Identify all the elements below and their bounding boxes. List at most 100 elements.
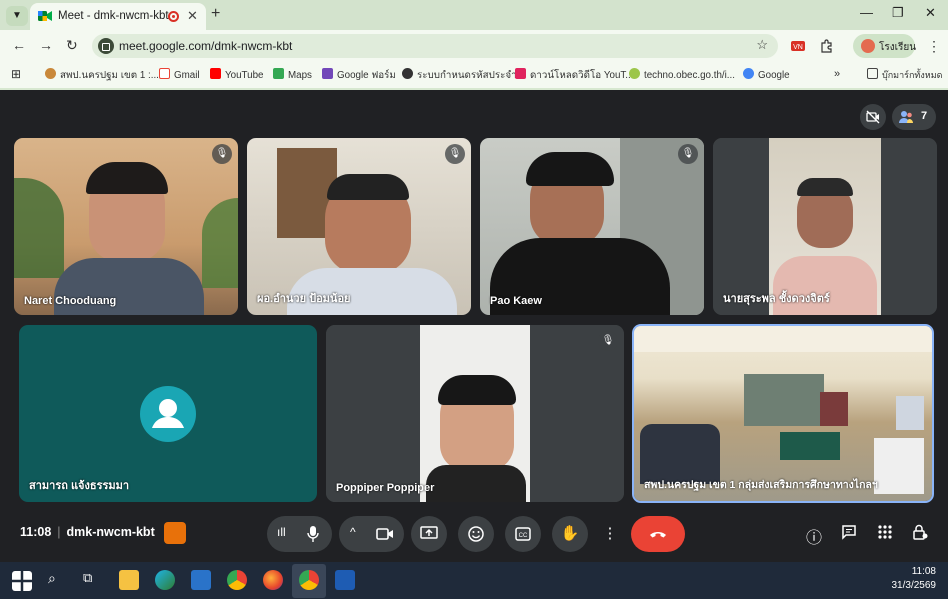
participants-button[interactable]: 7 bbox=[892, 104, 936, 130]
bookmark-item[interactable]: Gmail bbox=[159, 68, 200, 81]
address-bar[interactable]: meet.google.com/dmk-nwcm-kbt ☆ bbox=[92, 34, 778, 58]
captions-button[interactable]: CC bbox=[505, 516, 541, 552]
bookmark-item[interactable]: techno.obec.go.th/i... bbox=[629, 68, 735, 81]
separator: | bbox=[57, 525, 61, 539]
host-lock-icon[interactable] bbox=[912, 524, 928, 545]
edge-icon[interactable] bbox=[155, 570, 175, 590]
reload-icon[interactable]: ↻ bbox=[66, 37, 78, 54]
all-bookmarks[interactable]: บุ๊กมาร์กทั้งหมด bbox=[867, 68, 942, 82]
new-tab-button[interactable]: + bbox=[211, 5, 220, 23]
windows-start-icon[interactable] bbox=[12, 571, 32, 591]
tab-search-button[interactable]: ▼ bbox=[6, 6, 28, 26]
hair bbox=[86, 162, 168, 194]
bookmark-item[interactable]: Maps bbox=[273, 68, 312, 81]
hair bbox=[797, 178, 853, 196]
back-icon[interactable]: ← bbox=[12, 37, 26, 53]
bookmark-item[interactable]: ระบบกำหนดรหัสประจำ... bbox=[402, 68, 525, 83]
participant-tile[interactable]: 🎙 Poppiper Poppiper bbox=[326, 325, 624, 502]
audio-level-icon: ıll bbox=[277, 525, 286, 539]
search-icon[interactable]: ⌕ bbox=[48, 570, 56, 587]
raise-hand-button[interactable]: ✋ bbox=[552, 516, 588, 552]
site-info-icon[interactable] bbox=[98, 38, 114, 54]
camera-icon[interactable] bbox=[376, 527, 394, 541]
browser-chrome: ▼ Meet - dmk-nwcm-kbt ✕ + — ❐ ✕ ← → ↻ me… bbox=[0, 0, 948, 90]
toolbar: ← → ↻ meet.google.com/dmk-nwcm-kbt ☆ VN … bbox=[0, 30, 948, 62]
word-icon[interactable] bbox=[335, 570, 355, 590]
more-options-icon: ⋮ bbox=[602, 525, 618, 542]
camera-off-indicator[interactable] bbox=[860, 104, 886, 130]
globe-icon bbox=[402, 68, 413, 79]
activities-grid-icon[interactable] bbox=[877, 524, 893, 545]
chevron-up-icon[interactable]: ^ bbox=[350, 525, 356, 539]
apps-grid-icon[interactable]: ⊞ bbox=[11, 67, 21, 81]
bookmark-star-icon[interactable]: ☆ bbox=[756, 37, 768, 53]
mic-off-icon: 🎙 bbox=[598, 331, 618, 351]
emoji-button[interactable] bbox=[458, 516, 494, 552]
url-text[interactable]: meet.google.com/dmk-nwcm-kbt bbox=[119, 39, 292, 53]
bookmarks-overflow-icon[interactable]: » bbox=[834, 68, 840, 80]
participant-tile[interactable]: 🎙 Naret Chooduang bbox=[14, 138, 238, 315]
present-screen-button[interactable] bbox=[411, 516, 447, 552]
host-controls-icon[interactable] bbox=[164, 522, 186, 544]
present-icon bbox=[420, 526, 438, 539]
more-options-button[interactable]: ⋮ bbox=[599, 516, 621, 552]
meeting-details-icon[interactable]: ⓘ bbox=[806, 524, 822, 548]
meeting-code: dmk-nwcm-kbt bbox=[66, 525, 155, 539]
mic-icon[interactable] bbox=[307, 525, 319, 543]
windows-taskbar: ⌕ ⧉ 11:08 31/3/2569 bbox=[0, 562, 948, 599]
participant-tile[interactable]: 🎙 ผอ.อำนวย ป้อมน้อย bbox=[247, 138, 471, 315]
mic-control-group: ıll bbox=[267, 516, 332, 552]
audience-decor bbox=[640, 424, 720, 484]
tab-meet[interactable]: Meet - dmk-nwcm-kbt ✕ bbox=[30, 3, 206, 30]
puzzle-icon[interactable] bbox=[819, 39, 833, 53]
bookmark-item[interactable]: Google bbox=[743, 68, 790, 81]
forms-icon bbox=[322, 68, 333, 79]
profile-label: โรงเรียน bbox=[879, 42, 917, 53]
maps-icon bbox=[273, 68, 284, 79]
meeting-info: 11:08 | dmk-nwcm-kbt bbox=[20, 525, 155, 539]
chrome-profile-icon[interactable] bbox=[299, 570, 319, 590]
shirt bbox=[426, 465, 526, 502]
participant-tile[interactable]: นายสุระพล ชั้งดวงจิตร์ bbox=[713, 138, 937, 315]
firefox-icon[interactable] bbox=[263, 570, 283, 590]
profile-button[interactable]: โรงเรียน bbox=[853, 34, 917, 58]
participant-name: นายสุระพล ชั้งดวงจิตร์ bbox=[723, 293, 830, 305]
task-view-icon[interactable]: ⧉ bbox=[83, 570, 92, 586]
minimize-icon[interactable]: — bbox=[860, 5, 873, 20]
window-close-icon[interactable]: ✕ bbox=[925, 5, 936, 21]
chrome-icon[interactable] bbox=[227, 570, 247, 590]
bookmark-item[interactable]: YouTube bbox=[210, 68, 264, 81]
hair bbox=[438, 375, 516, 405]
svg-text:CC: CC bbox=[519, 533, 528, 539]
participant-tile[interactable]: สามารถ แจ้งธรรมมา bbox=[19, 325, 317, 502]
tab-title: Meet - dmk-nwcm-kbt bbox=[58, 10, 169, 22]
participant-tile[interactable]: 🎙 Pao Kaew bbox=[480, 138, 704, 315]
avatar bbox=[140, 386, 196, 442]
banner-decor bbox=[820, 392, 848, 426]
file-explorer-icon[interactable] bbox=[119, 570, 139, 590]
bookmark-item[interactable]: สพป.นครปฐม เขต 1 :... bbox=[45, 68, 159, 83]
system-clock[interactable]: 11:08 31/3/2569 bbox=[892, 565, 937, 593]
bookmark-item[interactable]: Google ฟอร์ม bbox=[322, 68, 396, 83]
participant-name: Naret Chooduang bbox=[24, 295, 117, 307]
avatar bbox=[861, 39, 875, 53]
participant-name: Poppiper Poppiper bbox=[336, 482, 435, 494]
leave-call-button[interactable] bbox=[631, 516, 685, 552]
close-icon[interactable]: ✕ bbox=[187, 8, 198, 24]
extension-icon[interactable]: VN bbox=[791, 39, 805, 53]
menu-dots-icon[interactable]: ⋮ bbox=[927, 38, 941, 55]
banner-decor bbox=[896, 396, 924, 430]
restore-icon[interactable]: ❐ bbox=[892, 5, 904, 21]
chat-icon[interactable] bbox=[841, 524, 857, 545]
participant-tile-active[interactable]: สพป.นครปฐม เขต 1 กลุ่มส่งเสริมการศึกษาทา… bbox=[632, 324, 934, 503]
table-decor bbox=[874, 438, 924, 494]
ceiling-decor bbox=[634, 326, 932, 352]
bookmark-item[interactable]: ดาวน์โหลดวิดีโอ YouT... bbox=[515, 68, 633, 83]
participant-name: Pao Kaew bbox=[490, 295, 542, 307]
mail-icon[interactable] bbox=[191, 570, 211, 590]
forward-icon[interactable]: → bbox=[39, 37, 53, 53]
window-decor bbox=[744, 374, 824, 426]
clock-time: 11:08 bbox=[911, 566, 936, 577]
captions-icon: CC bbox=[515, 527, 531, 541]
participant-count: 7 bbox=[921, 110, 928, 122]
